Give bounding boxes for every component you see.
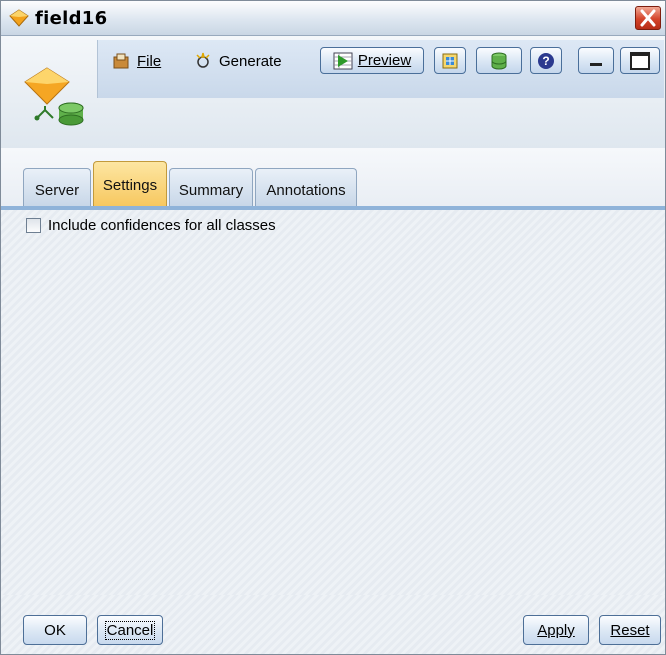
maximize-button[interactable] [620, 47, 660, 74]
ok-label: OK [44, 621, 66, 639]
tab-server-label: Server [34, 182, 80, 199]
diamond-icon [9, 9, 29, 27]
include-confidences-label[interactable]: Include confidences for all classes [48, 217, 276, 234]
tab-summary-label: Summary [178, 182, 244, 199]
export-button[interactable] [434, 47, 466, 74]
reset-label: Reset [610, 621, 650, 639]
tab-server[interactable]: Server [23, 168, 91, 206]
header-area: File Generate Preview ? [1, 36, 665, 148]
preview-label: Preview [357, 52, 412, 69]
database-button[interactable] [476, 47, 522, 74]
database-icon [491, 52, 507, 69]
tab-settings[interactable]: Settings [93, 161, 167, 206]
cancel-button[interactable]: Cancel [97, 615, 163, 645]
close-button[interactable] [635, 6, 661, 30]
apply-label: Apply [537, 621, 575, 639]
toolbar: File Generate Preview ? [97, 40, 664, 98]
minimize-icon [590, 62, 602, 66]
apply-button[interactable]: Apply [523, 615, 589, 645]
svg-text:?: ? [542, 54, 549, 68]
settings-panel: Include confidences for all classes [1, 210, 665, 595]
generate-menu[interactable]: Generate [194, 49, 282, 73]
button-bar: OK Cancel Apply Reset [1, 595, 665, 654]
title-bar[interactable]: field16 [1, 1, 665, 36]
minimize-button[interactable] [578, 47, 614, 74]
dialog-window: field16 File Generate Preview ? Server S… [0, 0, 666, 655]
file-icon [113, 53, 129, 69]
preview-icon [333, 52, 353, 69]
reset-button[interactable]: Reset [599, 615, 661, 645]
cancel-label: Cancel [104, 620, 156, 640]
tab-annotations[interactable]: Annotations [255, 168, 357, 206]
close-icon [640, 9, 656, 27]
include-confidences-checkbox[interactable] [26, 218, 41, 233]
file-menu-label: File [137, 52, 162, 70]
tab-settings-label: Settings [102, 177, 158, 194]
generate-menu-label: Generate [219, 52, 282, 70]
preview-button[interactable]: Preview [320, 47, 424, 74]
export-icon [442, 53, 458, 68]
window-title: field16 [35, 8, 108, 29]
tab-annotations-label: Annotations [266, 182, 346, 199]
help-button[interactable]: ? [530, 47, 562, 74]
help-icon: ? [538, 52, 554, 69]
ok-button[interactable]: OK [23, 615, 87, 645]
generate-icon [196, 52, 210, 68]
model-node-icon [24, 67, 84, 126]
maximize-icon [630, 51, 650, 70]
file-menu[interactable]: File [112, 49, 161, 73]
tab-strip: Server Settings Summary Annotations [1, 148, 665, 206]
tab-summary[interactable]: Summary [169, 168, 253, 206]
